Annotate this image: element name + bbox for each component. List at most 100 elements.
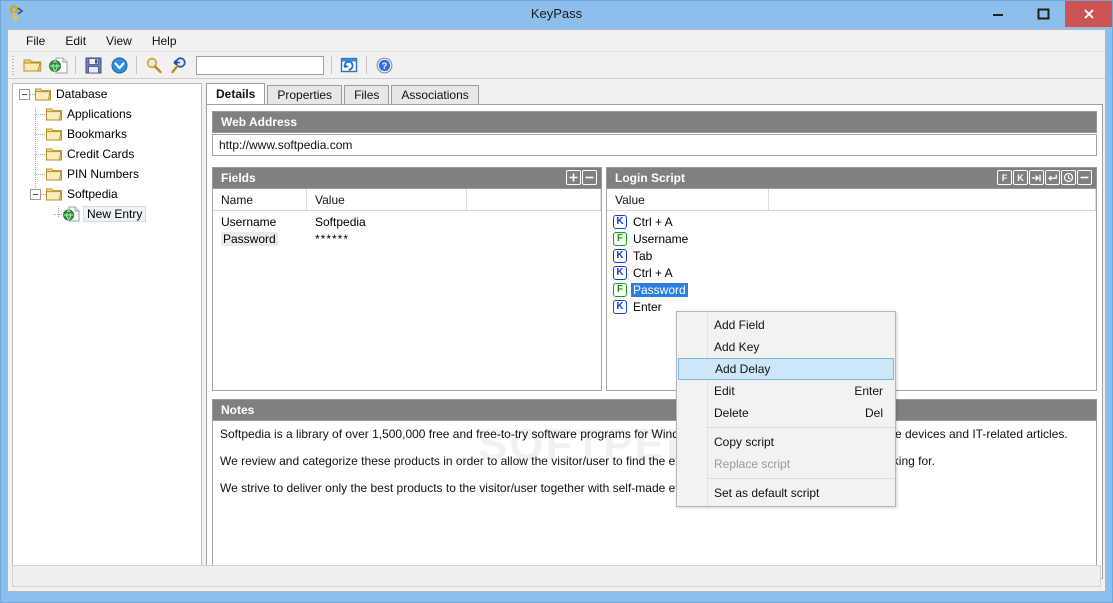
menu-separator <box>708 478 895 479</box>
menu-item-edit[interactable]: Edit Enter <box>677 380 895 402</box>
menu-view[interactable]: View <box>96 32 142 50</box>
globe-page-icon <box>63 206 80 222</box>
collapse-toggle-icon[interactable] <box>30 188 41 200</box>
list-item[interactable]: K Tab <box>607 247 1096 264</box>
menu-item-add-delay[interactable]: Add Delay <box>678 358 894 380</box>
login-script-header-label: Login Script <box>615 171 685 185</box>
tree-item-database[interactable]: Database <box>13 84 201 104</box>
details-pane: Details Properties Files Associations We… <box>206 83 1103 579</box>
folder-icon <box>46 107 62 121</box>
menu-item-set-as-default-script[interactable]: Set as default script <box>677 482 895 504</box>
script-step-label: Tab <box>633 248 653 263</box>
tree-item-applications[interactable]: Applications <box>13 104 201 124</box>
tree-item-label: PIN Numbers <box>67 167 140 181</box>
refresh-icon[interactable] <box>336 53 362 77</box>
web-address-field[interactable]: http://www.softpedia.com <box>212 134 1097 156</box>
menu-help[interactable]: Help <box>142 32 187 50</box>
login-script-grid-header: Value <box>607 189 1096 211</box>
fields-grid[interactable]: Name Value Username Softpedia Password *… <box>212 189 602 391</box>
menu-edit[interactable]: Edit <box>55 32 96 50</box>
menu-item-label: Replace script <box>714 457 791 471</box>
tab-files[interactable]: Files <box>344 85 390 104</box>
remove-step-button[interactable] <box>1077 170 1092 185</box>
menu-item-add-key[interactable]: Add Key <box>677 336 895 358</box>
tab-details[interactable]: Details <box>206 83 266 104</box>
tree-item-pin-numbers[interactable]: PIN Numbers <box>13 164 201 184</box>
menu-item-replace-script: Replace script <box>677 453 895 475</box>
table-row[interactable]: Username Softpedia <box>213 213 601 230</box>
database-tree[interactable]: Database Applications Bookmarks Credit C… <box>12 83 202 579</box>
add-delay-step-button[interactable] <box>1061 170 1076 185</box>
column-header-name[interactable]: Name <box>213 189 307 210</box>
tree-item-new-entry[interactable]: New Entry <box>13 204 201 224</box>
notes-text-area[interactable]: Softpedia is a library of over 1,500,000… <box>212 421 1097 573</box>
list-item-selected[interactable]: F Password <box>607 281 1096 298</box>
keypass-window: KeyPass File Edit View Help ? Database A… <box>0 0 1113 603</box>
tree-item-bookmarks[interactable]: Bookmarks <box>13 124 201 144</box>
script-step-label: Ctrl + A <box>633 214 673 229</box>
script-step-label: Password <box>631 282 688 297</box>
list-item[interactable]: K Ctrl + A <box>607 213 1096 230</box>
maximize-button[interactable] <box>1020 1 1065 27</box>
menu-bar: File Edit View Help <box>8 30 1105 52</box>
list-item[interactable]: K Ctrl + A <box>607 264 1096 281</box>
tree-item-label: Database <box>56 87 108 101</box>
status-bar <box>12 565 1101 587</box>
help-icon[interactable]: ? <box>371 53 397 77</box>
tree-connector <box>36 133 46 135</box>
search-icon[interactable] <box>141 53 167 77</box>
close-button[interactable] <box>1065 1 1112 27</box>
tree-item-label: New Entry <box>83 206 147 222</box>
add-field-step-button[interactable]: F <box>997 170 1012 185</box>
fields-grid-rows: Username Softpedia Password ****** <box>213 211 601 247</box>
find-next-icon[interactable] <box>167 53 193 77</box>
key-badge-icon: K <box>613 299 627 314</box>
menu-item-delete[interactable]: Delete Del <box>677 402 895 424</box>
menu-item-label: Edit <box>714 384 735 398</box>
field-name-cell: Password <box>213 231 307 246</box>
folder-icon <box>35 87 51 101</box>
tree-item-softpedia[interactable]: Softpedia <box>13 184 201 204</box>
window-controls <box>975 1 1112 29</box>
key-badge-icon: K <box>613 214 627 229</box>
folder-icon <box>46 127 62 141</box>
tree-item-credit-cards[interactable]: Credit Cards <box>13 144 201 164</box>
new-web-entry-icon[interactable] <box>45 53 71 77</box>
open-folder-icon[interactable] <box>19 53 45 77</box>
list-item[interactable]: F Username <box>607 230 1096 247</box>
script-step-label: Username <box>633 231 689 246</box>
column-header-spacer <box>769 189 1096 210</box>
table-row[interactable]: Password ****** <box>213 230 601 247</box>
folder-icon <box>46 147 62 161</box>
column-header-value[interactable]: Value <box>607 189 769 210</box>
minimize-button[interactable] <box>975 1 1020 27</box>
remove-field-button[interactable] <box>582 170 597 185</box>
add-key-step-button[interactable]: K <box>1013 170 1028 185</box>
tab-associations[interactable]: Associations <box>391 85 479 104</box>
download-icon[interactable] <box>106 53 132 77</box>
field-name-cell: Username <box>213 215 307 229</box>
column-header-value[interactable]: Value <box>307 189 467 210</box>
menu-item-copy-script[interactable]: Copy script <box>677 431 895 453</box>
toolbar-grip[interactable] <box>11 55 17 75</box>
toolbar-separator <box>366 56 367 74</box>
search-input[interactable] <box>196 55 324 75</box>
save-icon[interactable] <box>80 53 106 77</box>
add-field-button[interactable] <box>566 170 581 185</box>
add-enter-step-button[interactable] <box>1045 170 1060 185</box>
tab-properties[interactable]: Properties <box>267 85 343 104</box>
collapse-toggle-icon[interactable] <box>19 88 30 100</box>
field-value-cell: ****** <box>315 231 350 246</box>
folder-icon <box>46 187 62 201</box>
notes-paragraph: Softpedia is a library of over 1,500,000… <box>220 427 1068 441</box>
web-address-header: Web Address <box>212 111 1097 133</box>
fields-header: Fields <box>212 167 602 189</box>
menu-item-add-field[interactable]: Add Field <box>677 314 895 336</box>
svg-text:?: ? <box>381 61 387 71</box>
menu-file[interactable]: File <box>16 32 55 50</box>
tree-connector <box>36 113 46 115</box>
tree-item-label: Bookmarks <box>67 127 128 141</box>
add-tab-step-button[interactable] <box>1029 170 1044 185</box>
tree-item-label: Applications <box>67 107 132 121</box>
menu-item-label: Add Key <box>714 340 760 354</box>
